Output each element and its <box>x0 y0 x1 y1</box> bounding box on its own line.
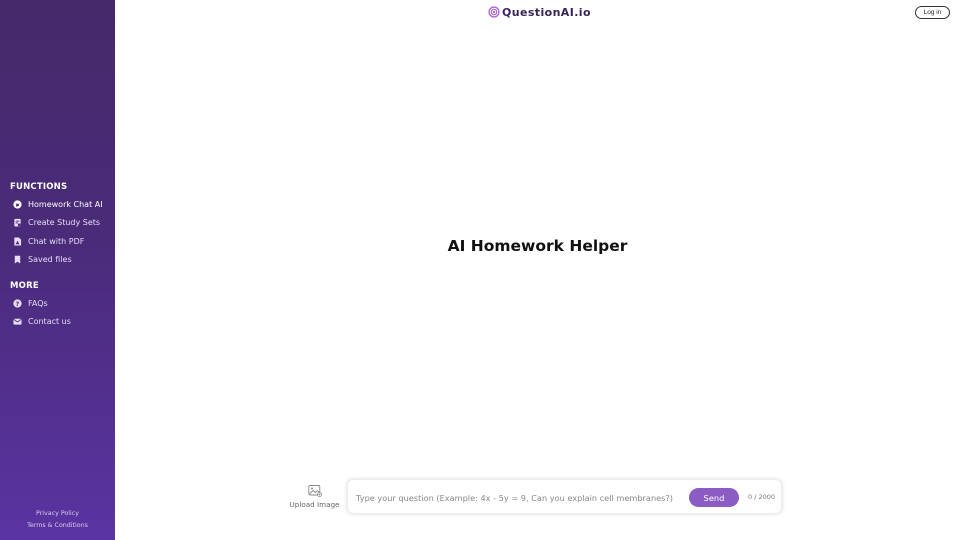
character-counter: 0 / 2000 <box>748 493 775 501</box>
chat-bubble-icon <box>13 199 22 209</box>
sidebar-item-label: Saved files <box>28 254 72 264</box>
question-composer: Send 0 / 2000 <box>347 479 782 514</box>
sidebar-item-label: Homework Chat AI <box>28 199 103 209</box>
sidebar-item-label: Contact us <box>28 316 71 326</box>
image-upload-icon <box>307 485 322 497</box>
sidebar-item-label: Chat with PDF <box>28 236 85 246</box>
envelope-icon <box>13 317 22 326</box>
logo-icon <box>488 6 500 18</box>
sidebar-item-saved-files[interactable]: Saved files <box>13 252 72 266</box>
sidebar: FUNCTIONS Homework Chat AI Create Study … <box>0 0 115 540</box>
question-circle-icon: ? <box>13 298 22 308</box>
logo[interactable]: QuestionAI.io <box>488 5 591 19</box>
upload-image-button[interactable]: Upload Image <box>287 484 342 509</box>
upload-image-label: Upload Image <box>289 500 340 509</box>
sidebar-item-label: Create Study Sets <box>28 217 101 227</box>
section-title-functions: FUNCTIONS <box>10 182 68 192</box>
privacy-policy-link[interactable]: Privacy Policy <box>0 510 115 517</box>
sidebar-item-create-study-sets[interactable]: Create Study Sets <box>13 215 100 229</box>
section-title-more: MORE <box>10 281 39 291</box>
sidebar-item-label: FAQs <box>28 298 48 308</box>
login-button[interactable]: Log in <box>915 6 950 19</box>
sidebar-item-faqs[interactable]: ? FAQs <box>13 296 48 310</box>
study-sets-icon <box>13 218 22 227</box>
svg-text:?: ? <box>16 300 20 307</box>
terms-conditions-link[interactable]: Terms & Conditions <box>0 522 115 529</box>
sidebar-item-homework-chat-ai[interactable]: Homework Chat AI <box>13 197 103 211</box>
logo-text: QuestionAI.io <box>502 5 591 19</box>
sidebar-item-chat-with-pdf[interactable]: Chat with PDF <box>13 234 84 248</box>
sidebar-item-contact-us[interactable]: Contact us <box>13 314 71 328</box>
page-title: AI Homework Helper <box>447 237 628 255</box>
send-button[interactable]: Send <box>689 488 739 507</box>
pdf-file-icon <box>13 236 22 246</box>
question-input[interactable] <box>356 490 686 505</box>
bookmark-icon <box>13 255 22 264</box>
